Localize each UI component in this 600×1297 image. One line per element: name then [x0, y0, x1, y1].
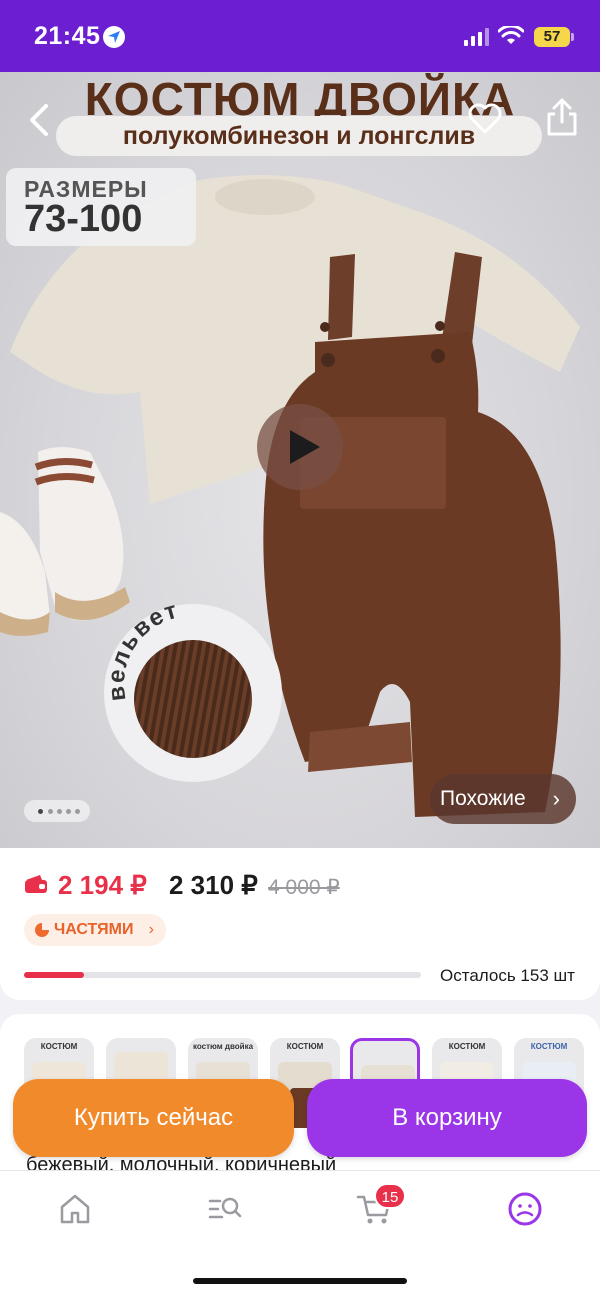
heart-icon — [468, 103, 502, 134]
installments-icon — [35, 923, 49, 937]
play-icon — [290, 430, 320, 464]
variant-label: КОСТЮМ — [40, 1042, 78, 1051]
variant-label: костюм двойка — [192, 1042, 254, 1051]
home-indicator — [193, 1278, 407, 1284]
cart-count-badge: 15 — [374, 1183, 406, 1209]
share-button[interactable] — [543, 96, 581, 138]
buy-now-button[interactable]: Купить сейчас — [13, 1079, 294, 1157]
stock-text: Осталось 153 шт — [440, 966, 575, 985]
installments-button[interactable]: ЧАСТЯМИ › — [24, 914, 166, 946]
wallet-icon — [25, 875, 47, 893]
product-page: 21:45 57 КОСТЮМ ДВОЙКА полукомбинезон и … — [0, 0, 600, 1297]
chevron-right-icon: › — [148, 921, 154, 938]
stock-progress — [24, 972, 421, 978]
sizes-value: 73-100 — [24, 198, 143, 240]
signal-icon — [464, 28, 490, 46]
current-price: 2 310 ₽ — [169, 870, 258, 900]
old-price: 4 000 ₽ — [268, 876, 340, 899]
home-icon[interactable] — [57, 1191, 93, 1227]
variant-label: КОСТЮМ — [448, 1042, 486, 1051]
favorite-button[interactable] — [466, 100, 504, 136]
battery-cap — [571, 33, 574, 41]
profile-icon[interactable] — [507, 1191, 543, 1227]
sizes-badge: РАЗМЕРЫ 73-100 — [6, 168, 196, 246]
gallery-pagination[interactable] — [24, 800, 90, 822]
price-card: 2 194 ₽ 2 310 ₽ 4 000 ₽ ЧАСТЯМИ › Остало… — [0, 848, 600, 1000]
wifi-icon — [498, 26, 524, 44]
installments-label: ЧАСТЯМИ — [54, 921, 134, 938]
location-arrow-icon — [103, 26, 125, 48]
status-bar: 21:45 57 — [0, 0, 600, 72]
pagination-dot — [48, 809, 53, 814]
play-video-button[interactable] — [257, 404, 343, 490]
pagination-dot — [75, 809, 80, 814]
variant-label: КОСТЮМ — [530, 1042, 568, 1051]
battery-indicator: 57 — [534, 27, 570, 47]
chevron-left-icon — [30, 104, 48, 136]
fabric-swatch — [134, 640, 252, 758]
pagination-dot — [57, 809, 62, 814]
back-button[interactable] — [22, 100, 58, 140]
card-price: 2 194 ₽ — [58, 870, 147, 900]
pagination-dot — [66, 809, 71, 814]
similar-label: Похожие — [440, 787, 526, 810]
status-time: 21:45 — [34, 22, 101, 50]
share-icon — [547, 98, 577, 136]
fabric-badge: вельвет — [104, 604, 282, 782]
similar-button[interactable]: Похожие › — [430, 774, 576, 824]
stock-progress-fill — [24, 972, 84, 978]
variant-label: КОСТЮМ — [286, 1042, 324, 1051]
pagination-dot — [38, 809, 43, 814]
chevron-right-icon: › — [552, 786, 560, 811]
product-gallery[interactable]: КОСТЮМ ДВОЙКА полукомбинезон и лонгслив … — [0, 72, 600, 848]
catalog-search-icon[interactable] — [207, 1191, 243, 1227]
add-to-cart-button[interactable]: В корзину — [307, 1079, 587, 1157]
